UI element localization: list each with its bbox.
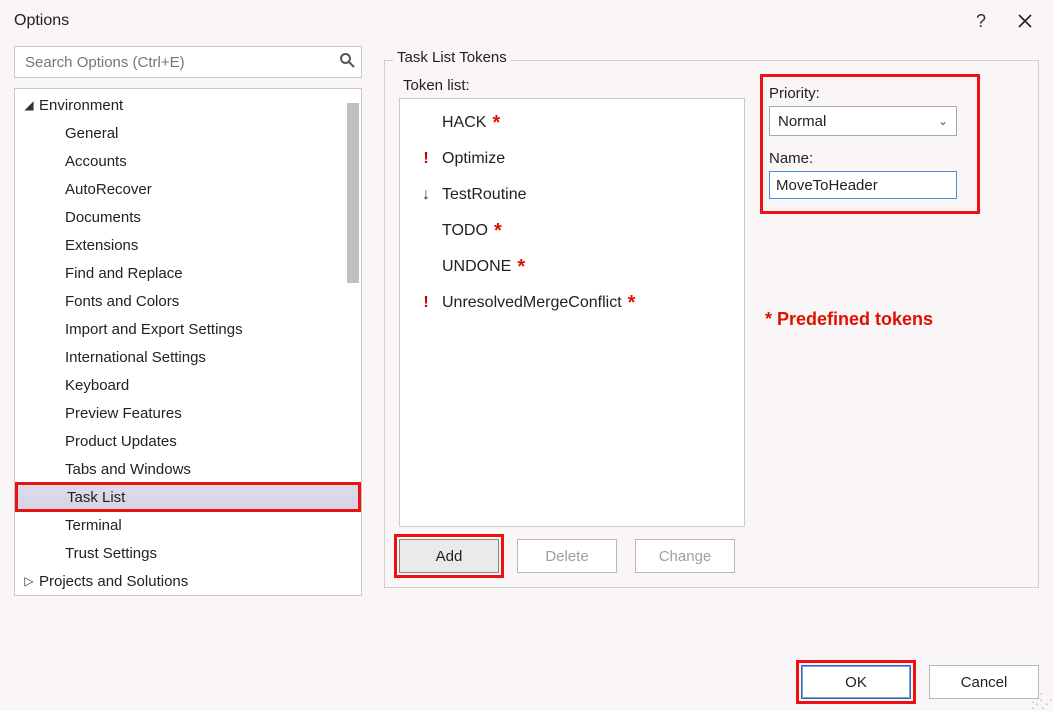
priority-value: Normal: [778, 113, 826, 130]
expand-arrow-icon: ◢: [19, 98, 39, 112]
tree-node-label: Documents: [65, 209, 141, 226]
token-name: TestRoutine: [442, 186, 527, 204]
close-button[interactable]: [1003, 1, 1047, 41]
priority-low-icon: ↓: [416, 186, 436, 204]
tree-node-label: Environment: [39, 97, 123, 114]
delete-button[interactable]: Delete: [517, 539, 617, 573]
tree-scrollbar-thumb[interactable]: [347, 103, 359, 283]
token-list[interactable]: HACK * ! Optimize ↓ TestRoutine: [399, 98, 745, 527]
priority-high-icon: !: [416, 294, 436, 312]
tree-node-international[interactable]: International Settings: [15, 343, 361, 371]
search-input[interactable]: [23, 53, 339, 72]
predefined-tokens-annotation: * Predefined tokens: [765, 309, 1024, 330]
tree-node-documents[interactable]: Documents: [15, 203, 361, 231]
tree-node-label: Accounts: [65, 153, 127, 170]
help-button[interactable]: ?: [959, 1, 1003, 41]
options-tree[interactable]: ◢ Environment General Accounts AutoRecov…: [14, 88, 362, 596]
token-item-hack[interactable]: HACK *: [402, 105, 742, 141]
tree-node-label: Keyboard: [65, 377, 129, 394]
tree-node-label: Projects and Solutions: [39, 573, 188, 590]
token-name: UnresolvedMergeConflict: [442, 294, 622, 312]
name-label: Name:: [769, 150, 971, 167]
change-button[interactable]: Change: [635, 539, 735, 573]
collapse-arrow-icon: ▷: [19, 574, 39, 588]
tree-node-tabs-and-windows[interactable]: Tabs and Windows: [15, 455, 361, 483]
predefined-star-icon: *: [517, 256, 525, 279]
tree-node-projects-solutions[interactable]: ▷ Projects and Solutions: [15, 567, 361, 595]
token-list-label: Token list:: [403, 77, 745, 94]
token-item-undone[interactable]: UNDONE *: [402, 249, 742, 285]
tree-node-label: General: [65, 125, 118, 142]
tree-node-label: Extensions: [65, 237, 138, 254]
search-icon: [339, 52, 355, 73]
resize-grip-icon[interactable]: ⋰⋰⋰: [1031, 695, 1051, 707]
tree-node-label: Find and Replace: [65, 265, 183, 282]
tree-node-label: Fonts and Colors: [65, 293, 179, 310]
tree-node-fonts-and-colors[interactable]: Fonts and Colors: [15, 287, 361, 315]
token-name: Optimize: [442, 150, 505, 168]
name-input[interactable]: MoveToHeader: [769, 171, 957, 199]
tree-node-environment[interactable]: ◢ Environment: [15, 91, 361, 119]
name-value: MoveToHeader: [776, 177, 878, 194]
tree-node-label: Trust Settings: [65, 545, 157, 562]
predefined-star-icon: *: [492, 112, 500, 135]
tree-node-label: Preview Features: [65, 405, 182, 422]
tree-node-general[interactable]: General: [15, 119, 361, 147]
predefined-star-icon: *: [628, 292, 636, 315]
tree-node-label: Task List: [67, 489, 125, 506]
token-name: TODO: [442, 222, 488, 240]
token-item-testroutine[interactable]: ↓ TestRoutine: [402, 177, 742, 213]
task-list-tokens-group: Task List Tokens Token list: HACK * ! Op…: [384, 60, 1039, 588]
tree-node-extensions[interactable]: Extensions: [15, 231, 361, 259]
tree-node-label: Terminal: [65, 517, 122, 534]
search-options-field[interactable]: [14, 46, 362, 78]
token-item-optimize[interactable]: ! Optimize: [402, 141, 742, 177]
tree-node-label: Tabs and Windows: [65, 461, 191, 478]
priority-high-icon: !: [416, 150, 436, 168]
predefined-star-icon: *: [494, 220, 502, 243]
priority-label: Priority:: [769, 85, 971, 102]
tree-node-label: Product Updates: [65, 433, 177, 450]
tree-node-accounts[interactable]: Accounts: [15, 147, 361, 175]
tree-node-find-and-replace[interactable]: Find and Replace: [15, 259, 361, 287]
tree-node-terminal[interactable]: Terminal: [15, 511, 361, 539]
tree-node-autorecover[interactable]: AutoRecover: [15, 175, 361, 203]
tree-node-label: AutoRecover: [65, 181, 152, 198]
group-label: Task List Tokens: [393, 49, 511, 66]
ok-button[interactable]: OK: [801, 665, 911, 699]
token-item-todo[interactable]: TODO *: [402, 213, 742, 249]
tree-node-keyboard[interactable]: Keyboard: [15, 371, 361, 399]
cancel-button[interactable]: Cancel: [929, 665, 1039, 699]
token-name: UNDONE: [442, 258, 511, 276]
token-name: HACK: [442, 114, 486, 132]
tree-node-import-export[interactable]: Import and Export Settings: [15, 315, 361, 343]
priority-select[interactable]: Normal ⌄: [769, 106, 957, 136]
add-button[interactable]: Add: [399, 539, 499, 573]
tree-node-product-updates[interactable]: Product Updates: [15, 427, 361, 455]
tree-node-preview-features[interactable]: Preview Features: [15, 399, 361, 427]
token-item-unresolvedmergeconflict[interactable]: ! UnresolvedMergeConflict *: [402, 285, 742, 321]
tree-node-task-list[interactable]: Task List: [16, 483, 360, 511]
tree-node-label: Import and Export Settings: [65, 321, 243, 338]
tree-node-label: International Settings: [65, 349, 206, 366]
title-bar: Options ?: [0, 0, 1053, 42]
tree-node-trust-settings[interactable]: Trust Settings: [15, 539, 361, 567]
window-title: Options: [14, 12, 959, 30]
chevron-down-icon: ⌄: [938, 114, 948, 128]
